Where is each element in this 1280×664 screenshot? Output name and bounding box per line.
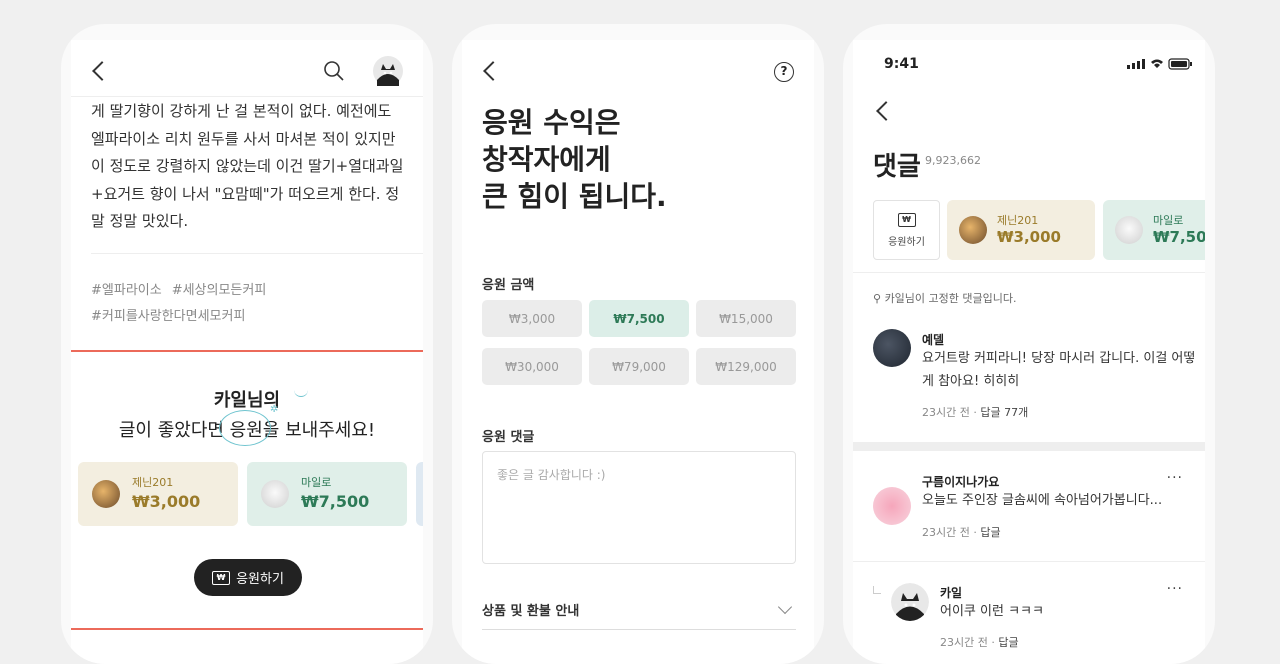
comments-phone: 9:41 댓글 9,923,662 ₩ 응원하기 제닌201 ₩3,000 마일… [843, 24, 1215, 664]
sparkle-doodle: ✲ [270, 404, 279, 415]
article-screen: 게 딸기향이 강하게 난 걸 본적이 없다. 예전에도 엘파라이소 리치 원두를… [71, 40, 423, 664]
meta-separator: · [991, 636, 995, 649]
meta-separator: · [973, 406, 977, 419]
avatar[interactable] [373, 56, 403, 86]
back-icon[interactable] [92, 61, 112, 81]
cta-author: 카일님의 [213, 390, 281, 411]
policy-label: 상품 및 환불 안내 [482, 604, 580, 619]
policy-accordion[interactable]: 상품 및 환불 안내 [482, 599, 796, 630]
supporter-amount: ₩7,500 [1153, 228, 1205, 246]
pinned-note-text: 카일님이 고정한 댓글입니다. [884, 292, 1017, 305]
page-title: 댓글 [873, 152, 921, 182]
comment-author[interactable]: 카일 [940, 584, 962, 601]
supporter-name: 마일로 [1153, 214, 1184, 227]
amount-option[interactable]: ₩15,000 [696, 300, 796, 337]
comment-text: 오늘도 주인장 글솜씨에 속아넘어가봅니다... [922, 493, 1163, 508]
comments-screen: 9:41 댓글 9,923,662 ₩ 응원하기 제닌201 ₩3,000 마일… [853, 40, 1205, 664]
comment-meta: 23시간 전 · 답글 [922, 524, 1001, 540]
comment-line: 게 참아요! 히히히 [922, 374, 1020, 389]
status-time: 9:41 [884, 56, 919, 72]
supporter-name: 마일로 [301, 476, 332, 489]
section-divider [853, 442, 1205, 451]
divider [853, 561, 1205, 562]
support-button-label: 응원하기 [888, 237, 925, 248]
supporter-amount: ₩3,000 [132, 492, 201, 511]
circle-doodle [219, 410, 271, 446]
comment-text: 요거트랑 커피라니! 당장 마시러 갑니다. 이걸 어떻 게 참아요! 히히히 [922, 347, 1195, 393]
support-phone: ? 응원 수익은 창작자에게 큰 힘이 됩니다. 응원 금액 ₩3,000 ₩7… [452, 24, 824, 664]
comment-meta: 23시간 전 · 답글 [940, 634, 1019, 650]
supporter-amount: ₩7,500 [301, 492, 370, 511]
support-button[interactable]: ₩ 응원하기 [873, 200, 940, 260]
tag[interactable]: #세상의모든커피 [172, 283, 267, 298]
comment-time: 23시간 전 [940, 636, 988, 649]
comment-meta: 23시간 전 · 답글 77개 [922, 404, 1028, 420]
title-line: 큰 힘이 됩니다. [482, 180, 667, 213]
article-phone: 게 딸기향이 강하게 난 걸 본적이 없다. 예전에도 엘파라이소 리치 원두를… [61, 24, 433, 664]
comment-avatar[interactable] [873, 329, 911, 367]
support-screen: ? 응원 수익은 창작자에게 큰 힘이 됩니다. 응원 금액 ₩3,000 ₩7… [462, 40, 814, 664]
amount-option[interactable]: ₩79,000 [589, 348, 689, 385]
supporter-card: 마일로 ₩7,500 [247, 462, 407, 526]
title-line: 창작자에게 [482, 143, 611, 176]
comment-author[interactable]: 예델 [922, 331, 944, 348]
reply-link[interactable]: 답글 [998, 636, 1018, 649]
amount-label: 응원 금액 [482, 278, 535, 293]
supporter-card: 제닌201 ₩3,000 [947, 200, 1095, 260]
amount-option[interactable]: ₩3,000 [482, 300, 582, 337]
help-icon[interactable]: ? [774, 62, 794, 82]
tag[interactable]: #커피를사랑한다면세모커피 [91, 309, 245, 324]
status-icons [1127, 58, 1192, 70]
more-icon[interactable]: ··· [1167, 581, 1183, 597]
divider [91, 253, 423, 254]
supporter-avatar [959, 216, 987, 244]
pinned-note: ⚲ 카일님이 고정한 댓글입니다. [873, 290, 1017, 306]
supporter-name: 제닌201 [997, 214, 1039, 227]
amount-option-selected[interactable]: ₩7,500 [589, 300, 689, 337]
search-icon[interactable] [323, 60, 345, 82]
won-icon: ₩ [212, 570, 231, 585]
divider [853, 272, 1205, 273]
supporter-card: 제닌201 ₩3,000 [78, 462, 238, 526]
support-cta: 카일님의 글이 좋았다면 응원을 보내주세요! ✲ 제닌201 ₩3,000 마… [71, 350, 423, 630]
back-icon[interactable] [876, 101, 896, 121]
reply-indicator [873, 586, 881, 594]
comment-text: 어이쿠 이런 ㅋㅋㅋ [940, 604, 1044, 619]
amount-option[interactable]: ₩30,000 [482, 348, 582, 385]
page-title: 응원 수익은 창작자에게 큰 힘이 됩니다. [482, 104, 667, 215]
more-icon[interactable]: ··· [1167, 470, 1183, 486]
support-button[interactable]: ₩ 응원하기 [194, 559, 302, 596]
supporter-avatar [261, 480, 289, 508]
supporter-avatar [1115, 216, 1143, 244]
supporter-amount: ₩3,000 [997, 228, 1061, 246]
comment-input[interactable]: 좋은 글 감사합니다 :) [482, 451, 796, 564]
comment-avatar[interactable] [891, 583, 929, 621]
comment-line: 요거트랑 커피라니! 당장 마시러 갑니다. 이걸 어떻 [922, 351, 1196, 366]
pin-icon: ⚲ [873, 292, 882, 305]
tag[interactable]: #엘파라이소 [91, 283, 162, 298]
supporter-name: 제닌201 [132, 476, 174, 489]
comment-label: 응원 댓글 [482, 430, 535, 445]
comment-time: 23시간 전 [922, 526, 970, 539]
comment-count: 9,923,662 [925, 154, 981, 167]
comment-time: 23시간 전 [922, 406, 970, 419]
supporter-avatar [92, 480, 120, 508]
reply-link[interactable]: 답글 77개 [980, 406, 1028, 419]
article-header [71, 40, 423, 97]
amount-option[interactable]: ₩129,000 [696, 348, 796, 385]
comment-avatar[interactable] [873, 487, 911, 525]
chevron-down-icon [777, 599, 793, 615]
tag-list: #엘파라이소 #세상의모든커피 #커피를사랑한다면세모커피 [91, 278, 276, 330]
supporter-card: 마일로 ₩7,500 [1103, 200, 1205, 260]
article-body: 게 딸기향이 강하게 난 걸 본적이 없다. 예전에도 엘파라이소 리치 원두를… [91, 102, 404, 230]
won-icon: ₩ [897, 213, 916, 227]
meta-separator: · [973, 526, 977, 539]
supporter-card-partial [416, 462, 423, 526]
comment-author[interactable]: 구름이지나가요 [922, 473, 999, 490]
support-button-label: 응원하기 [236, 572, 284, 587]
reply-link[interactable]: 답글 [980, 526, 1000, 539]
title-line: 응원 수익은 [482, 106, 621, 139]
back-icon[interactable] [483, 61, 503, 81]
